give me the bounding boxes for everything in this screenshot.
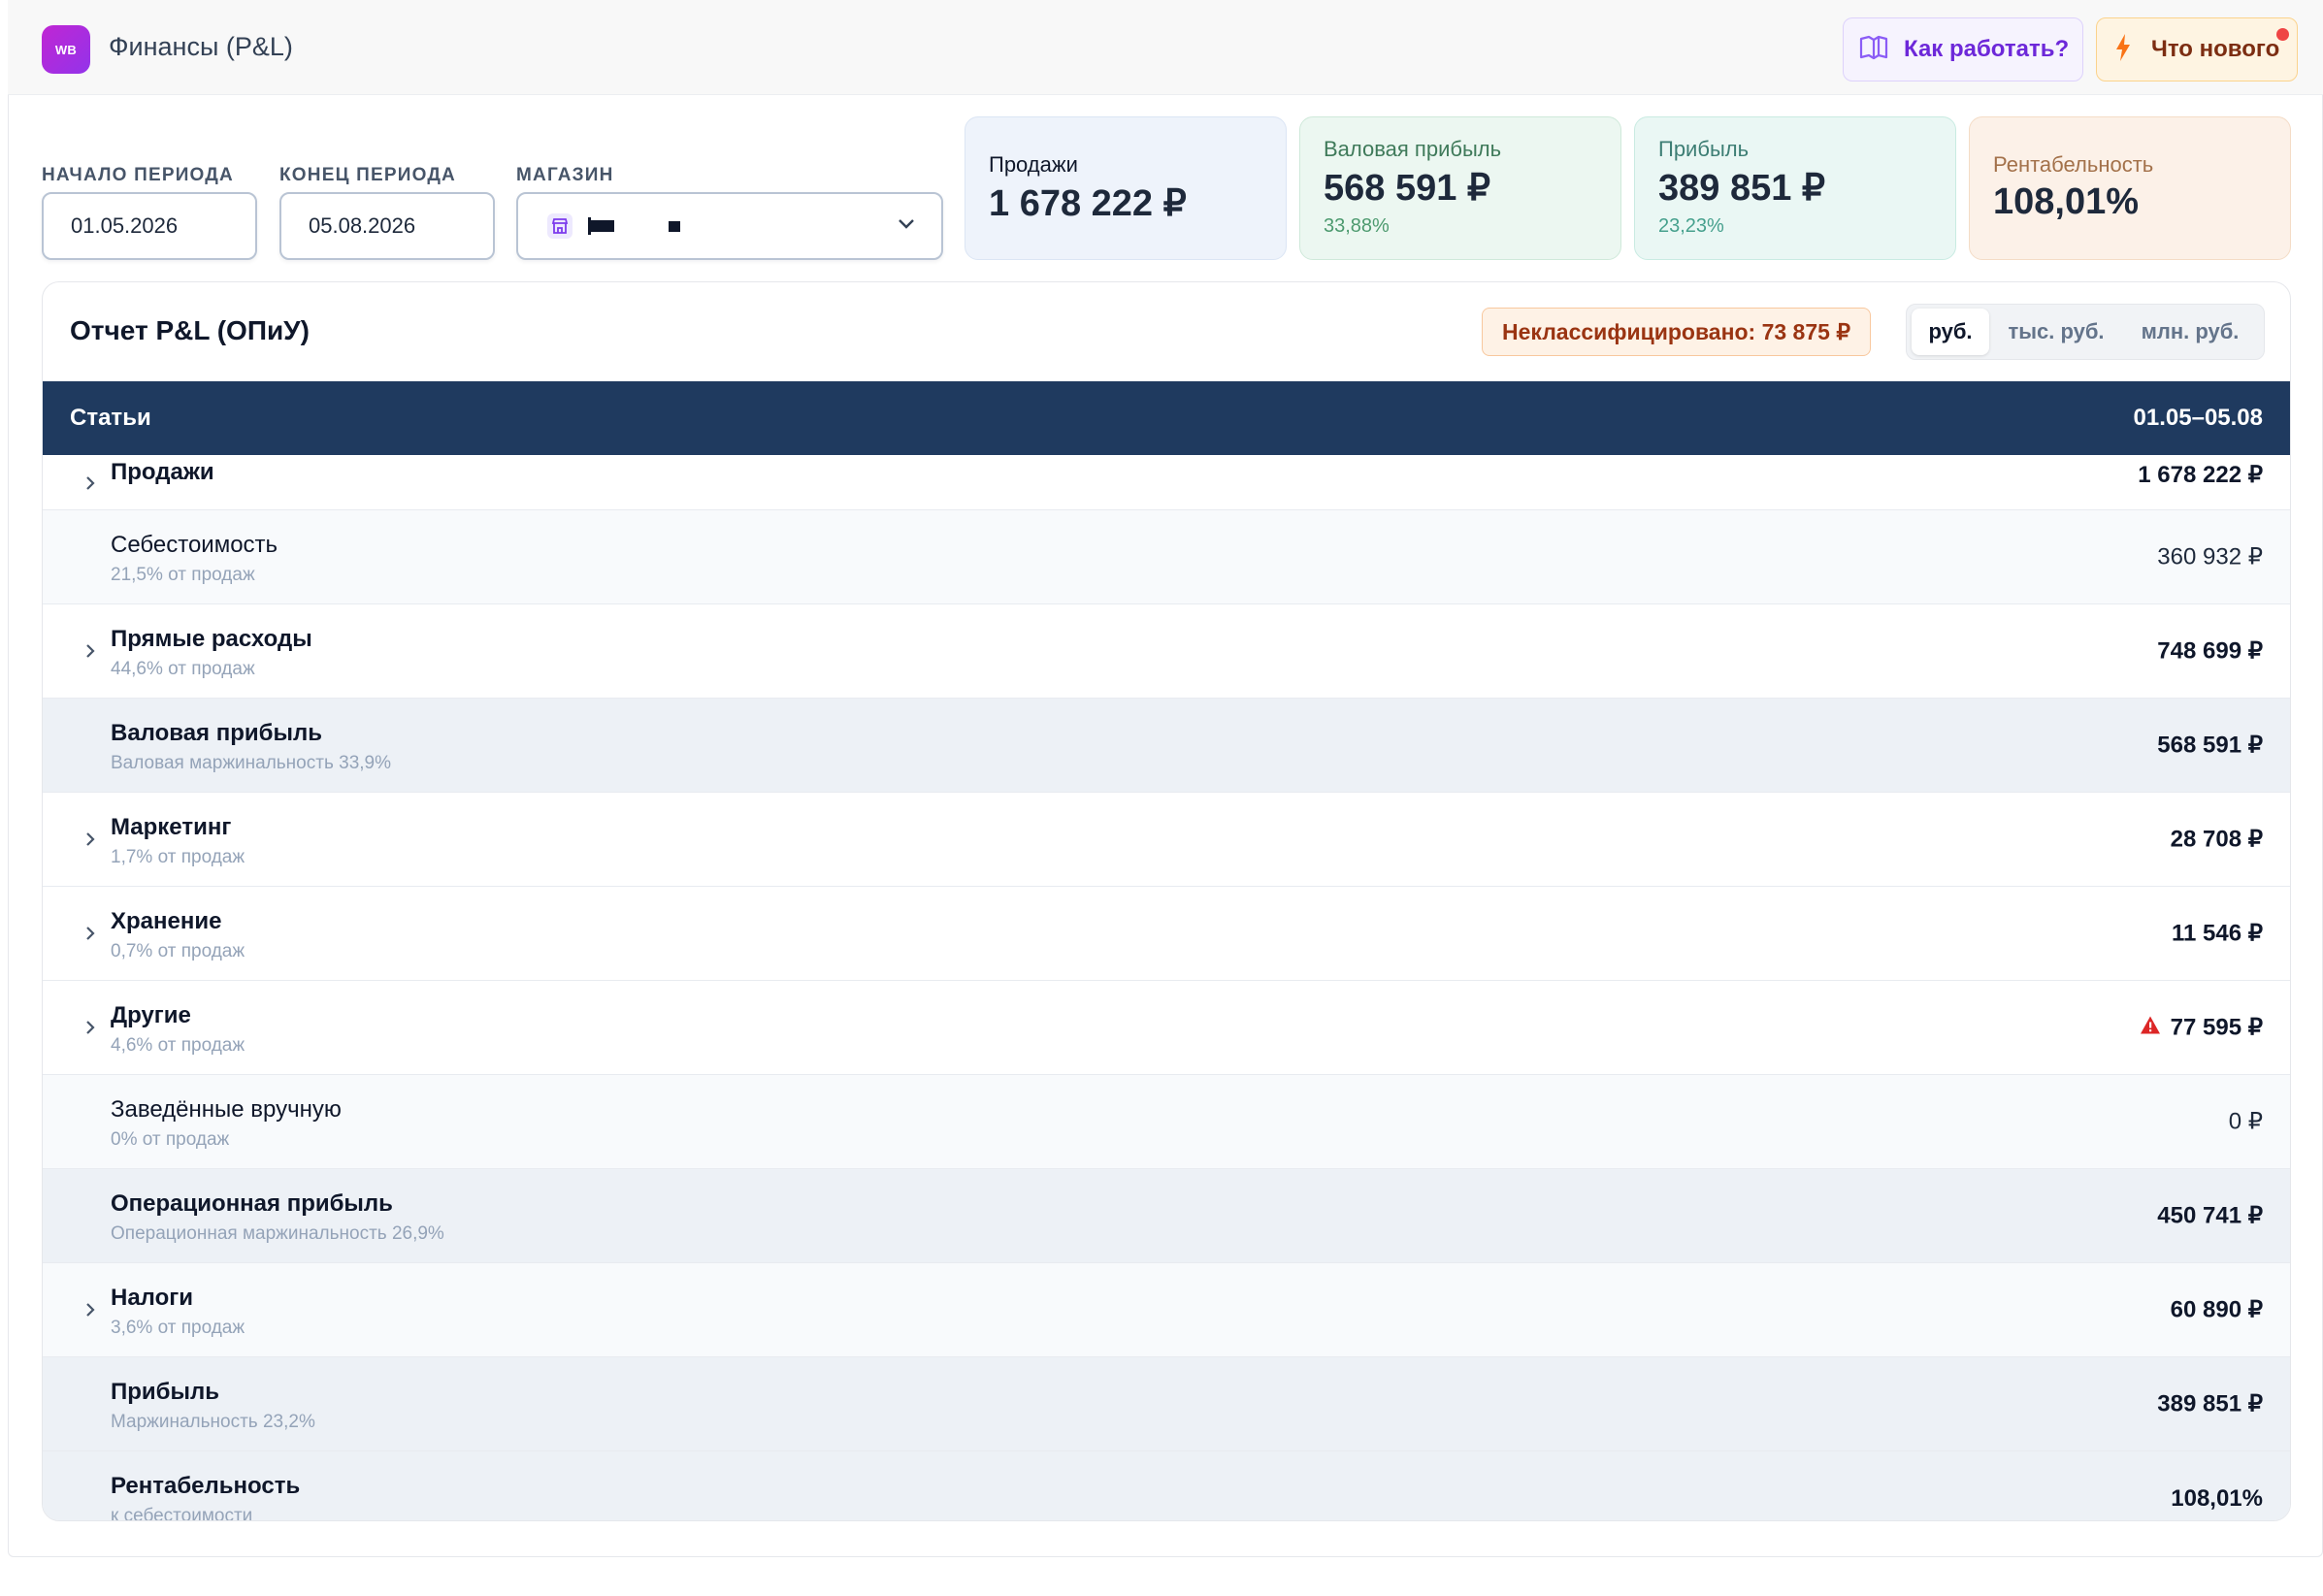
book-icon xyxy=(1859,35,1888,65)
row-name: Валовая прибыль xyxy=(111,720,322,746)
chevron-down-icon xyxy=(897,217,916,236)
chevron-right-icon[interactable] xyxy=(80,923,101,944)
store-icon xyxy=(547,213,573,239)
end-date-input[interactable]: 05.08.2026 xyxy=(279,192,495,260)
kpi-gross-profit-label: Валовая прибыль xyxy=(1324,137,1502,161)
table-row-storage[interactable]: Хранение 0,7% от продаж 11 546 ₽ xyxy=(43,887,2290,981)
pnl-table-body: Продажи 1 678 222 ₽ Себестоимость 21,5% … xyxy=(43,455,2290,1521)
kpi-sales-label: Продажи xyxy=(989,152,1078,177)
kpi-profit-card: Прибыль 389 851 ₽ 23,23% xyxy=(1634,116,1956,260)
row-name: Рентабельность xyxy=(111,1473,301,1499)
row-subtitle: Маржинальность 23,2% xyxy=(111,1412,315,1432)
row-name: Прибыль xyxy=(111,1379,219,1405)
table-row-profitability: Рентабельность к себестоимости 108,01% xyxy=(43,1451,2290,1521)
row-value: 28 708 ₽ xyxy=(2170,826,2263,853)
kpi-gross-profit-value: 568 591 ₽ xyxy=(1324,168,1491,209)
kpi-profitability-value: 108,01% xyxy=(1993,181,2140,222)
chevron-right-icon[interactable] xyxy=(80,829,101,850)
table-row-gross-profit: Валовая прибыль Валовая маржинальность 3… xyxy=(43,699,2290,793)
how-it-works-label: Как работать? xyxy=(1904,36,2070,62)
chevron-right-icon[interactable] xyxy=(80,1299,101,1320)
chevron-right-icon[interactable] xyxy=(80,1017,101,1038)
kpi-profitability-label: Рентабельность xyxy=(1993,152,2154,177)
row-subtitle: Операционная маржинальность 26,9% xyxy=(111,1223,444,1244)
row-value: 360 932 ₽ xyxy=(2157,543,2263,570)
table-row-direct-expenses[interactable]: Прямые расходы 44,6% от продаж 748 699 ₽ xyxy=(43,604,2290,699)
kpi-profit-label: Прибыль xyxy=(1658,137,1750,161)
start-date-label: НАЧАЛО ПЕРИОДА xyxy=(42,165,234,185)
row-value: 748 699 ₽ xyxy=(2157,637,2263,665)
units-toggle: руб. тыс. руб. млн. руб. xyxy=(1906,304,2265,360)
store-label: МАГАЗИН xyxy=(516,165,614,185)
chevron-right-icon[interactable] xyxy=(80,472,101,494)
table-row-cost: Себестоимость 21,5% от продаж 360 932 ₽ xyxy=(43,510,2290,604)
row-name: Продажи xyxy=(111,459,214,485)
row-value: 1 678 222 ₽ xyxy=(2138,462,2263,488)
row-subtitle: 1,7% от продаж xyxy=(111,847,245,867)
row-subtitle: 0% от продаж xyxy=(111,1129,230,1150)
row-value: 0 ₽ xyxy=(2228,1108,2263,1135)
end-date-label: КОНЕЦ ПЕРИОДА xyxy=(279,165,456,185)
notification-dot xyxy=(2276,28,2289,41)
row-name: Маркетинг xyxy=(111,814,232,840)
whats-new-label: Что нового xyxy=(2151,36,2280,62)
pnl-report-card: Отчет P&L (ОПиУ) Неклассифицировано: 73 … xyxy=(42,281,2291,1521)
unit-million-rub-button[interactable]: млн. руб. xyxy=(2123,309,2257,355)
table-row-taxes[interactable]: Налоги 3,6% от продаж 60 890 ₽ xyxy=(43,1263,2290,1357)
row-value: 11 546 ₽ xyxy=(2171,920,2263,947)
kpi-profit-percent: 23,23% xyxy=(1658,215,1724,237)
row-name: Другие xyxy=(111,1002,191,1028)
unclassified-badge[interactable]: Неклассифицировано: 73 875 ₽ xyxy=(1482,308,1871,356)
row-name: Хранение xyxy=(111,908,222,934)
kpi-profit-value: 389 851 ₽ xyxy=(1658,168,1826,209)
row-name: Заведённые вручную xyxy=(111,1096,342,1123)
page-title: Финансы (P&L) xyxy=(109,32,293,61)
row-value: 108,01% xyxy=(2171,1484,2263,1512)
start-date-input[interactable]: 01.05.2026 xyxy=(42,192,257,260)
row-subtitle: к себестоимости xyxy=(111,1506,253,1521)
row-subtitle: Валовая маржинальность 33,9% xyxy=(111,753,391,773)
kpi-sales-card: Продажи 1 678 222 ₽ xyxy=(965,116,1287,260)
row-value-with-warning: 77 595 ₽ xyxy=(2140,1014,2263,1042)
table-row-sales[interactable]: Продажи 1 678 222 ₽ xyxy=(43,455,2290,510)
table-row-marketing[interactable]: Маркетинг 1,7% от продаж 28 708 ₽ xyxy=(43,793,2290,887)
row-subtitle: 21,5% от продаж xyxy=(111,565,255,585)
chevron-right-icon[interactable] xyxy=(80,640,101,662)
table-row-other[interactable]: Другие 4,6% от продаж 77 595 ₽ xyxy=(43,981,2290,1075)
row-value: 60 890 ₽ xyxy=(2170,1296,2263,1323)
app-header: WB Финансы (P&L) Как работать? Что новог… xyxy=(8,0,2323,95)
row-value: 389 851 ₽ xyxy=(2157,1390,2263,1417)
table-row-manual-entries: Заведённые вручную 0% от продаж 0 ₽ xyxy=(43,1075,2290,1169)
store-select[interactable] xyxy=(516,192,943,260)
unit-rub-button[interactable]: руб. xyxy=(1912,309,1989,355)
row-subtitle: 44,6% от продаж xyxy=(111,659,255,679)
row-subtitle: 4,6% от продаж xyxy=(111,1035,245,1056)
kpi-gross-profit-percent: 33,88% xyxy=(1324,215,1390,237)
table-row-net-profit: Прибыль Маржинальность 23,2% 389 851 ₽ xyxy=(43,1357,2290,1451)
column-period-header: 01.05–05.08 xyxy=(2133,405,2263,431)
store-name-redacted xyxy=(588,217,680,235)
row-value: 77 595 ₽ xyxy=(2170,1014,2263,1041)
row-subtitle: 0,7% от продаж xyxy=(111,941,245,961)
row-name: Себестоимость xyxy=(111,532,278,558)
row-name: Налоги xyxy=(111,1285,194,1311)
column-items-header: Статьи xyxy=(70,405,151,431)
row-subtitle: 3,6% от продаж xyxy=(111,1318,245,1338)
unit-thousand-rub-button[interactable]: тыс. руб. xyxy=(1989,309,2123,355)
row-name: Прямые расходы xyxy=(111,626,312,652)
kpi-profitability-card: Рентабельность 108,01% xyxy=(1969,116,2291,260)
table-header: Статьи 01.05–05.08 xyxy=(43,381,2290,455)
table-row-operating-profit: Операционная прибыль Операционная маржин… xyxy=(43,1169,2290,1263)
report-title: Отчет P&L (ОПиУ) xyxy=(70,315,310,345)
row-value: 568 591 ₽ xyxy=(2157,732,2263,759)
app-logo: WB xyxy=(42,25,90,74)
kpi-sales-value: 1 678 222 ₽ xyxy=(989,183,1187,224)
how-it-works-button[interactable]: Как работать? xyxy=(1843,17,2083,81)
warning-icon[interactable] xyxy=(2140,1014,2161,1041)
whats-new-button[interactable]: Что нового xyxy=(2096,17,2298,81)
lightning-icon xyxy=(2114,33,2132,66)
kpi-gross-profit-card: Валовая прибыль 568 591 ₽ 33,88% xyxy=(1299,116,1621,260)
row-name: Операционная прибыль xyxy=(111,1190,393,1217)
row-value: 450 741 ₽ xyxy=(2157,1202,2263,1229)
